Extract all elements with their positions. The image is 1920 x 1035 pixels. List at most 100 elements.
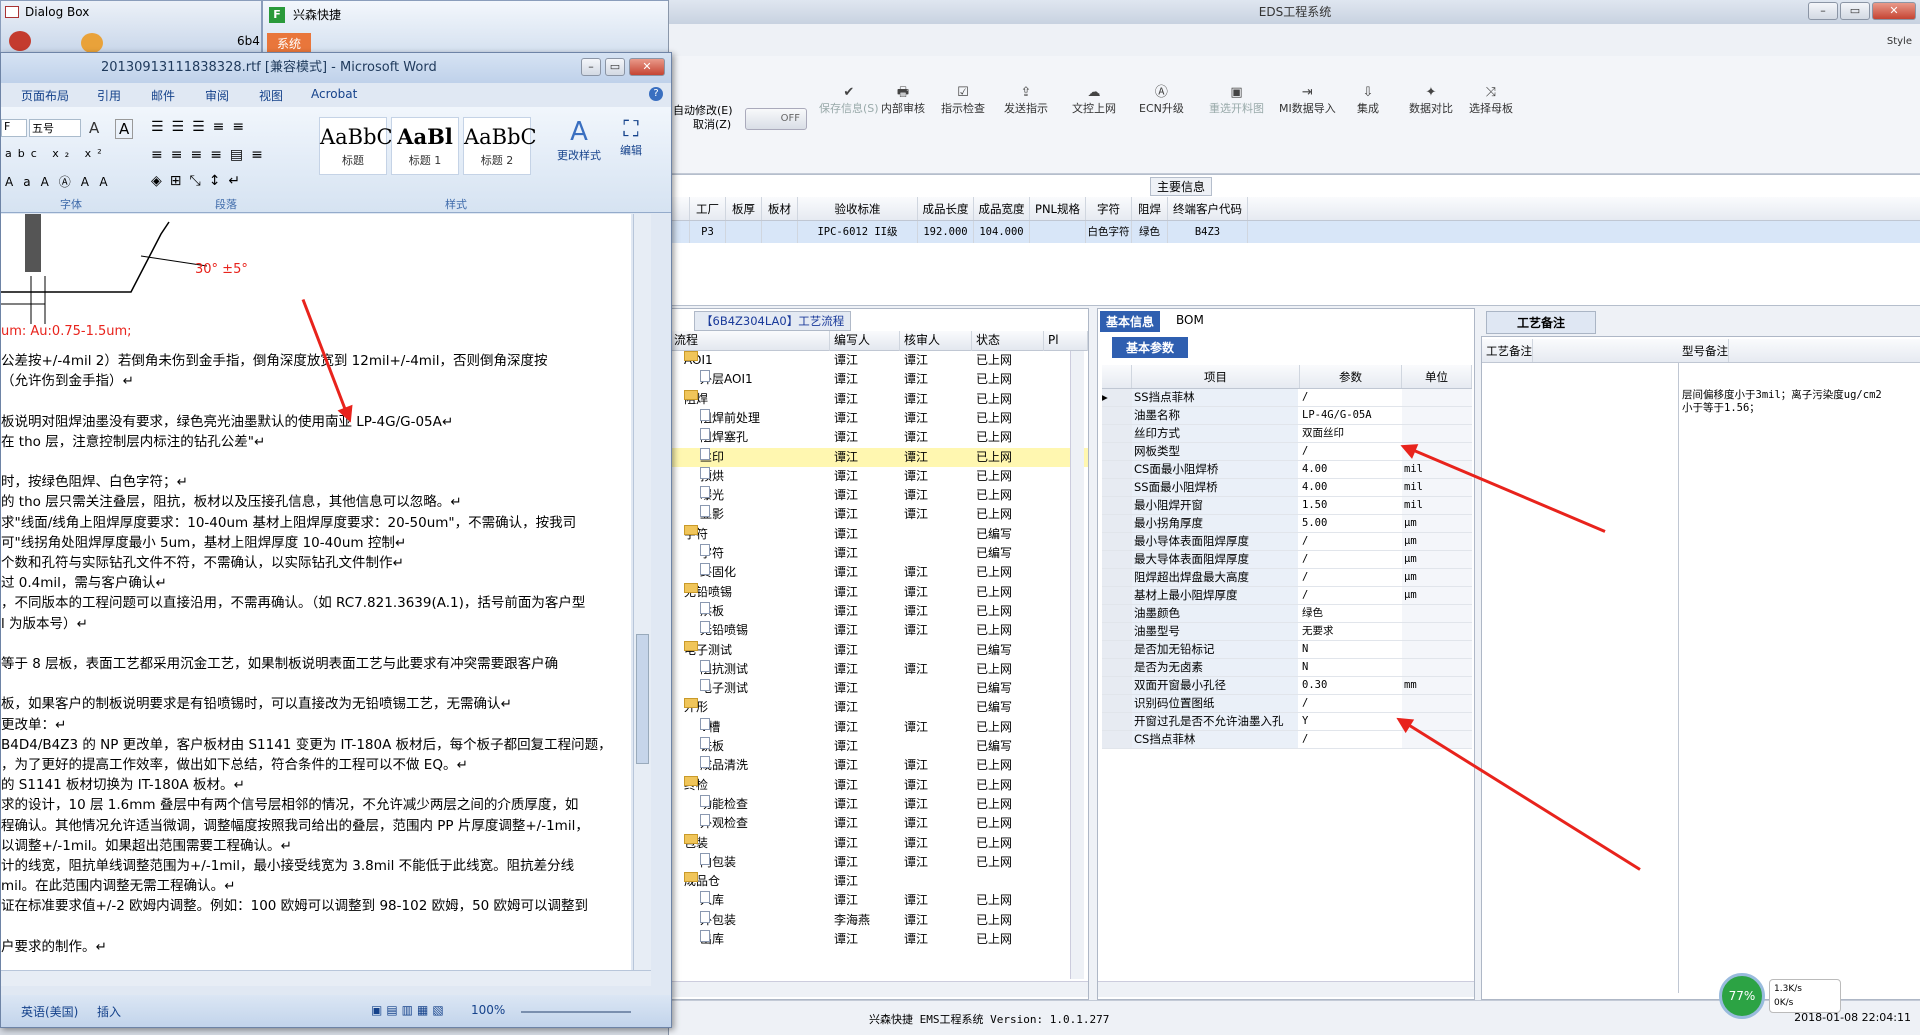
ribbon-button[interactable]: ▣ 重选开料图 [1209,86,1264,116]
flow-row[interactable]: 内包装 谭江 谭江 已上网 [670,852,1088,872]
style-title[interactable]: AaBbC 标题 [319,117,393,175]
char-border-icon[interactable]: A [115,119,134,139]
param-row[interactable]: 基材上最小阻焊厚度 / μm [1102,587,1472,605]
flow-row[interactable]: 丝印 谭江 谭江 已上网 [670,447,1088,467]
param-row[interactable]: 是否为无卤素 N [1102,659,1472,677]
param-value[interactable]: 4.00 [1300,461,1400,478]
flow-row[interactable]: 电子测试 谭江 已编写 [670,679,1088,698]
ribbon-button[interactable]: ⇥ MI数据导入 [1279,86,1336,116]
tab-acrobat[interactable]: Acrobat [311,87,357,101]
flow-row[interactable]: 外观检查 谭江 谭江 已上网 [670,814,1088,833]
font-size-box[interactable]: 五号 [29,119,81,137]
param-value[interactable]: / [1300,695,1400,712]
main-info-col[interactable]: 字符 [1086,197,1132,220]
param-row[interactable]: 是否加无铅标记 N [1102,641,1472,659]
flow-row[interactable]: 阻焊塞孔 谭江 谭江 已上网 [670,428,1088,447]
auto-modify-label[interactable]: 自动修改(E) 取消(Z) [673,104,733,132]
edit-button[interactable]: ⛶ 编辑 [611,117,651,158]
param-value[interactable]: 4.00 [1300,479,1400,496]
param-row[interactable]: 丝印方式 双面丝印 [1102,425,1472,443]
param-value[interactable]: 0.30 [1300,677,1400,694]
param-row[interactable]: 最大导体表面阻焊厚度 / μm [1102,551,1472,569]
param-row[interactable]: 油墨颜色 绿色 [1102,605,1472,623]
tab-process-notes[interactable]: 工艺备注 [1486,311,1597,334]
view-buttons[interactable]: ▣▤▥▦▧ [371,1003,448,1017]
param-row[interactable]: 最小导体表面阻焊厚度 / μm [1102,533,1472,551]
process-flow-tab[interactable]: 【6B4Z304LA0】工艺流程 [694,311,852,331]
params-hscrollbar[interactable] [1098,981,1474,997]
tab-page-layout[interactable]: 页面布局 [21,87,69,104]
flow-col[interactable]: 状态 [972,331,1044,351]
flow-row[interactable]: 成品清洗 谭江 谭江 已上网 [670,756,1088,775]
record-icon[interactable] [9,31,31,51]
ribbon-button[interactable]: ⇩ 集成 [1357,86,1379,116]
main-info-col[interactable]: 工厂 [690,197,726,220]
style-label[interactable]: Style [1887,36,1912,47]
tab-basic-params[interactable]: 基本参数 [1112,337,1189,358]
tab-view[interactable]: 视图 [259,87,283,104]
font-grow-icon[interactable]: A [89,119,99,137]
main-info-col[interactable]: PNL规格 [1030,197,1086,220]
flow-row[interactable]: 入库 谭江 谭江 已上网 [670,891,1088,910]
word-document[interactable]: 30° ±5° um: Au:0.75-1.5um; 公差按+/-4mil 2）… [1,214,631,970]
maximize-button[interactable]: ▭ [1840,2,1870,20]
main-info-col[interactable]: 阻焊 [1132,197,1168,220]
flow-row[interactable]: −AOI1谭江谭江已上网 [670,351,1088,370]
flow-row[interactable]: 阻焊前处理 谭江 谭江 已上网 [670,408,1088,428]
flow-hscrollbar[interactable] [670,981,1088,997]
param-row[interactable]: 识别码位置图纸 / [1102,695,1472,713]
flow-row[interactable]: 烘板 谭江 谭江 已上网 [670,601,1088,621]
help-icon[interactable]: ? [649,87,663,101]
flow-row[interactable]: 曝光 谭江 谭江 已上网 [670,486,1088,505]
flow-row[interactable]: 阻抗测试 谭江 谭江 已上网 [670,659,1088,679]
flow-row[interactable]: 功能检查 谭江 谭江 已上网 [670,794,1088,814]
insert-mode[interactable]: 插入 [97,1003,121,1020]
flow-row[interactable]: 字符 谭江 已编写 [670,544,1088,563]
office-orb-icon[interactable] [81,33,103,53]
param-value[interactable]: / [1300,587,1400,604]
font-format-icons[interactable]: abc x₂ x² [5,147,108,160]
word-maximize-button[interactable]: ▭ [605,58,625,76]
param-value[interactable]: N [1300,641,1400,658]
network-meter[interactable]: 77% [1719,973,1765,1019]
tab-bom[interactable]: BOM [1170,311,1210,329]
param-value[interactable]: N [1300,659,1400,676]
flow-col[interactable]: 流程 [670,331,830,351]
main-info-row[interactable]: P3 IPC-6012 II级 192.000 104.000 白色字符 绿色 B4Z3 [670,221,1920,243]
flow-row[interactable]: −字符谭江已编写 [670,524,1088,544]
param-row[interactable]: 油墨名称 LP-4G/G-05A [1102,407,1472,425]
flow-row[interactable]: 预烘 谭江 谭江 已上网 [670,466,1088,486]
param-value[interactable]: / [1300,443,1400,460]
param-value[interactable]: Y [1300,713,1400,730]
list-icons[interactable]: ☰☰☰≡≡ [151,119,252,135]
flow-row[interactable]: −终检谭江谭江已上网 [670,775,1088,795]
close-button[interactable]: ✕ [1872,2,1916,20]
flow-row[interactable]: 终固化 谭江 谭江 已上网 [670,563,1088,582]
tab-basic-info[interactable]: 基本信息 [1100,311,1161,332]
flow-row[interactable]: −包装谭江谭江已上网 [670,833,1088,853]
flow-col[interactable]: 核审人 [900,331,972,351]
param-value[interactable]: 绿色 [1300,605,1400,622]
ribbon-button[interactable]: ⤨ 选择母板 [1469,86,1513,116]
flow-vscrollbar[interactable] [1070,351,1084,979]
flow-row[interactable]: V槽 谭江 谭江 已上网 [670,717,1088,737]
ribbon-button[interactable]: Ⓐ ECN升级 [1139,86,1184,116]
ribbon-button[interactable]: ☁ 文控上网 [1072,86,1116,116]
main-info-col[interactable]: 验收标准 [798,197,918,220]
param-value[interactable]: / [1300,731,1400,748]
flow-row[interactable]: −电子测试谭江已编写 [670,640,1088,660]
ribbon-button[interactable]: ✦ 数据对比 [1409,86,1453,116]
param-row[interactable]: 阻焊超出焊盘最大高度 / μm [1102,569,1472,587]
flow-row[interactable]: 显影 谭江 谭江 已上网 [670,505,1088,524]
flow-col[interactable]: Pl [1044,331,1088,351]
param-value[interactable]: 5.00 [1300,515,1400,532]
word-close-button[interactable]: ✕ [629,58,665,76]
param-value[interactable]: / [1300,569,1400,586]
font-name-box[interactable]: F [1,119,27,137]
flow-row[interactable]: −阻焊谭江谭江已上网 [670,389,1088,409]
shading-icons[interactable]: ◈⊞⤡↕↵ [151,173,248,189]
change-style-button[interactable]: A 更改样式 [553,117,605,163]
model-remark[interactable]: 层间偏移度小于3mil；离子污染度ug/cm2小于等于1.56； [1682,389,1892,415]
main-info-col[interactable]: 成品长度 [918,197,974,220]
param-row[interactable]: CS挡点菲林 / [1102,731,1472,749]
